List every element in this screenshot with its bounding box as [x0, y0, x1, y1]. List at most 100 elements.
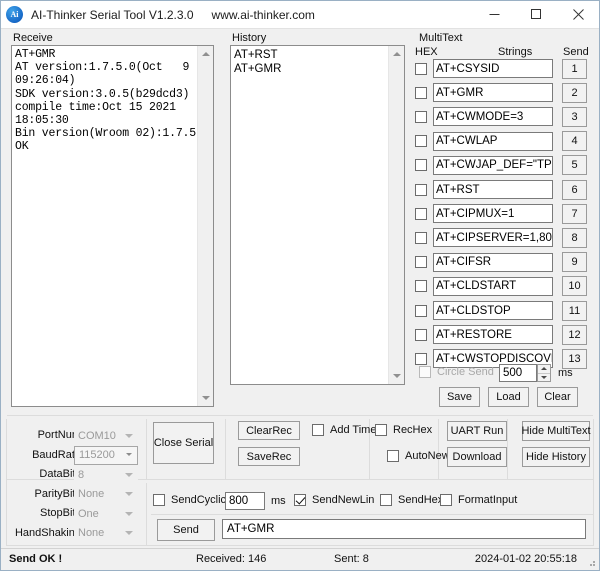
- circle-send-interval-input[interactable]: 500: [499, 364, 537, 382]
- send-button[interactable]: Send: [157, 519, 215, 541]
- multitext-string-input[interactable]: AT+CSYSID: [433, 59, 553, 78]
- multitext-hex-checkbox[interactable]: [415, 135, 427, 147]
- multitext-hex-checkbox[interactable]: [415, 63, 427, 75]
- multitext-string-input[interactable]: AT+CIFSR: [433, 253, 553, 272]
- save-button[interactable]: Save: [439, 387, 480, 407]
- multitext-row: AT+CLDSTART: [415, 276, 553, 297]
- maximize-icon[interactable]: [515, 1, 557, 29]
- send-newline-box[interactable]: [294, 494, 306, 506]
- resize-grip-icon[interactable]: [586, 557, 596, 567]
- multitext-send-button[interactable]: 11: [562, 301, 587, 321]
- clear-button[interactable]: Clear: [537, 387, 578, 407]
- multitext-hex-checkbox[interactable]: [415, 159, 427, 171]
- send-hex-checkbox[interactable]: SendHex: [380, 494, 443, 506]
- circle-send-box[interactable]: [419, 366, 431, 378]
- multitext-string-input[interactable]: AT+RST: [433, 180, 553, 199]
- download-button[interactable]: Download: [447, 447, 507, 467]
- multitext-send-button[interactable]: 5: [562, 155, 587, 175]
- multitext-send-button[interactable]: 10: [562, 276, 587, 296]
- send-cyclic-checkbox[interactable]: SendCyclic: [153, 494, 226, 506]
- spinner-down-icon[interactable]: [538, 373, 550, 382]
- port-field-select[interactable]: One: [74, 504, 138, 523]
- add-time-box[interactable]: [312, 424, 324, 436]
- window-url-label: www.ai-thinker.com: [212, 8, 315, 22]
- receive-textarea[interactable]: AT+GMR AT version:1.7.5.0(Oct 9 2021 09:…: [11, 45, 214, 407]
- save-rec-button[interactable]: SaveRec: [238, 447, 300, 466]
- multitext-send-button[interactable]: 13: [562, 349, 587, 369]
- send-hex-box[interactable]: [380, 494, 392, 506]
- multitext-hex-checkbox[interactable]: [415, 111, 427, 123]
- divider: [151, 514, 593, 515]
- multitext-hex-checkbox[interactable]: [415, 280, 427, 292]
- port-field-select[interactable]: 115200: [74, 446, 138, 465]
- multitext-hex-checkbox[interactable]: [415, 305, 427, 317]
- add-time-checkbox[interactable]: Add Time: [312, 424, 376, 436]
- format-input-checkbox[interactable]: FormatInput: [440, 494, 517, 506]
- multitext-send-button[interactable]: 1: [562, 59, 587, 79]
- multitext-hex-checkbox[interactable]: [415, 87, 427, 99]
- scroll-down-icon[interactable]: [389, 368, 405, 384]
- multitext-row: AT+RESTORE: [415, 324, 553, 345]
- port-field-label: StopBits: [9, 507, 81, 519]
- auto-newline-box[interactable]: [387, 450, 399, 462]
- multitext-string-input[interactable]: AT+CWJAP_DEF="TP-Link: [433, 156, 553, 175]
- multitext-string-input[interactable]: AT+CIPMUX=1: [433, 204, 553, 223]
- spinner-up-icon[interactable]: [538, 365, 550, 373]
- app-window: Ai AI-Thinker Serial Tool V1.2.3.0 www.a…: [0, 0, 600, 571]
- multitext-hex-checkbox[interactable]: [415, 329, 427, 341]
- multitext-send-button[interactable]: 6: [562, 180, 587, 200]
- multitext-col-hex: HEX: [415, 46, 438, 58]
- send-cyclic-interval-input[interactable]: 800: [225, 492, 265, 510]
- scroll-up-icon[interactable]: [389, 46, 405, 62]
- receive-scrollbar[interactable]: [197, 46, 213, 406]
- multitext-col-strings: Strings: [498, 46, 532, 58]
- send-input[interactable]: AT+GMR: [222, 519, 586, 539]
- multitext-string-input[interactable]: AT+RESTORE: [433, 325, 553, 344]
- multitext-send-button[interactable]: 4: [562, 131, 587, 151]
- multitext-string-input[interactable]: AT+CWLAP: [433, 132, 553, 151]
- hide-history-button[interactable]: Hide History: [522, 447, 590, 467]
- history-scrollbar[interactable]: [388, 46, 404, 384]
- multitext-row: AT+CIPSERVER=1,80: [415, 227, 553, 248]
- send-cyclic-box[interactable]: [153, 494, 165, 506]
- multitext-send-button[interactable]: 9: [562, 252, 587, 272]
- multitext-hex-checkbox[interactable]: [415, 184, 427, 196]
- load-button[interactable]: Load: [488, 387, 529, 407]
- multitext-send-button[interactable]: 12: [562, 325, 587, 345]
- port-field-select[interactable]: None: [74, 524, 138, 543]
- multitext-string-input[interactable]: AT+CLDSTOP: [433, 301, 553, 320]
- clear-rec-button[interactable]: ClearRec: [238, 421, 300, 440]
- history-textarea[interactable]: AT+RST AT+GMR: [230, 45, 405, 385]
- circle-send-spinner[interactable]: [537, 364, 551, 382]
- multitext-string-input[interactable]: AT+CIPSERVER=1,80: [433, 228, 553, 247]
- multitext-hex-checkbox[interactable]: [415, 208, 427, 220]
- multitext-hex-checkbox[interactable]: [415, 256, 427, 268]
- rec-hex-box[interactable]: [375, 424, 387, 436]
- divider: [7, 415, 593, 416]
- format-input-box[interactable]: [440, 494, 452, 506]
- rec-hex-checkbox[interactable]: RecHex: [375, 424, 432, 436]
- scroll-up-icon[interactable]: [198, 46, 214, 62]
- status-timestamp: 2024-01-02 20:55:18: [475, 553, 577, 565]
- port-field-select[interactable]: COM10: [74, 426, 138, 445]
- uart-run-button[interactable]: UART Run: [447, 421, 507, 441]
- port-field-select[interactable]: None: [74, 485, 138, 504]
- circle-send-checkbox[interactable]: Circle Send: [419, 366, 494, 378]
- multitext-string-input[interactable]: AT+CLDSTART: [433, 277, 553, 296]
- multitext-send-button[interactable]: 8: [562, 228, 587, 248]
- divider: [146, 483, 147, 546]
- port-field-select[interactable]: 8: [74, 465, 138, 484]
- multitext-string-input[interactable]: AT+CWMODE=3: [433, 107, 553, 126]
- hide-multitext-button[interactable]: Hide MultiText: [522, 421, 590, 441]
- scroll-down-icon[interactable]: [198, 390, 214, 406]
- close-icon[interactable]: [557, 1, 599, 29]
- multitext-hex-checkbox[interactable]: [415, 232, 427, 244]
- multitext-string-input[interactable]: AT+GMR: [433, 83, 553, 102]
- minimize-icon[interactable]: [473, 1, 515, 29]
- multitext-send-button[interactable]: 7: [562, 204, 587, 224]
- send-newline-checkbox[interactable]: SendNewLin: [294, 494, 374, 506]
- multitext-hex-checkbox[interactable]: [415, 353, 427, 365]
- close-serial-button[interactable]: Close Serial: [153, 422, 214, 464]
- multitext-send-button[interactable]: 2: [562, 83, 587, 103]
- multitext-send-button[interactable]: 3: [562, 107, 587, 127]
